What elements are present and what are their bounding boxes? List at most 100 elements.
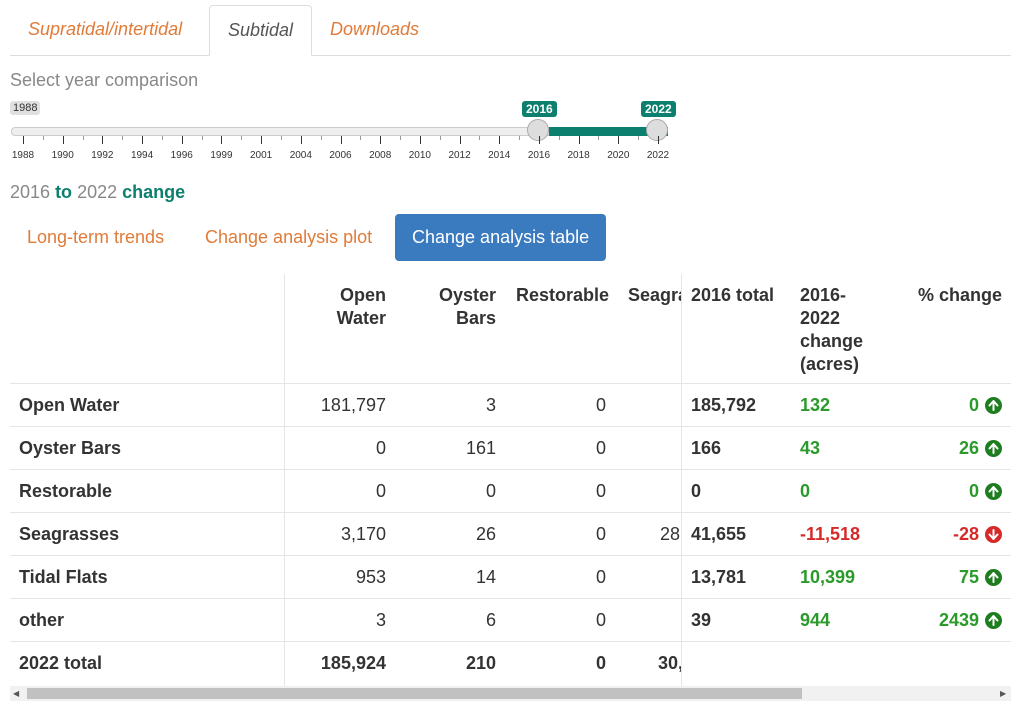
slider-minor-tick: [400, 136, 402, 140]
slider-tick: [499, 136, 501, 144]
slider-tick: [62, 136, 64, 144]
total-row-label: 2022 total: [19, 653, 103, 673]
change-summary: 2016 to 2022 change: [10, 182, 185, 203]
cell-percent-change: 75: [882, 556, 1002, 599]
slider-minor-tick: [161, 136, 163, 140]
tab-change-analysis-plot[interactable]: Change analysis plot: [188, 214, 389, 261]
tab-subtidal[interactable]: Subtidal: [209, 5, 313, 56]
row-label: other: [19, 610, 64, 630]
scroll-left-icon[interactable]: ◀: [13, 689, 19, 698]
cell-oyster-bars: 161: [465, 438, 496, 458]
slider-ticks: 1988 1990 1992 1994 1996 1999 2001 2004 2006 2008…: [10, 136, 680, 166]
slider-tick: [380, 136, 382, 144]
cell-open-water: 0: [375, 438, 386, 458]
cell-open-water: 953: [355, 567, 386, 587]
slider-tick: [578, 136, 580, 144]
header-open-water: Open Water: [336, 285, 386, 328]
slider-tick: [102, 136, 104, 144]
arrow-up-circle-icon: [985, 612, 1002, 629]
slider-from-label: 2016: [522, 101, 557, 117]
total-restorable: 0: [595, 653, 606, 673]
tab-supratidal-intertidal[interactable]: Supratidal/intertidal: [10, 5, 200, 54]
percent-change-value: 0: [968, 395, 979, 415]
slider-minor-tick: [598, 136, 600, 140]
slider-tick-label: 1990: [51, 150, 74, 161]
table-row: Seagrasses 3,170 26 0 28 41,655 -11,518 -28: [10, 512, 1011, 556]
cell-change: 944: [800, 610, 831, 630]
slider-tick: [23, 136, 24, 144]
header-change-acres: 2016-2022 change (acres): [800, 285, 864, 374]
cell-2016-total: 41,655: [691, 524, 747, 544]
slider-tick-label: 1999: [210, 150, 233, 161]
tab-change-analysis-table[interactable]: Change analysis table: [395, 214, 607, 261]
slider-tick-label: 1996: [170, 150, 193, 161]
cell-percent-change: 0: [882, 470, 1002, 513]
slider-minor-tick: [519, 136, 521, 140]
table-row: Oyster Bars 0 161 0 166 43 26: [10, 426, 1011, 470]
table-row: other 3 6 0 39 944 2439: [10, 598, 1011, 642]
slider-tick: [142, 136, 144, 144]
tab-long-term-trends[interactable]: Long-term trends: [10, 214, 181, 261]
scrollbar-thumb[interactable]: [27, 688, 802, 699]
total-seagrasses: 30,: [658, 653, 681, 673]
change-from-year: 2016: [10, 182, 51, 202]
cell-percent-change: 0: [882, 384, 1002, 427]
slider-tick: [658, 136, 659, 144]
year-range-slider[interactable]: 1988 2016 2022 1988 1990 1992 1994 1996 1999 2…: [10, 100, 680, 170]
cell-change: 132: [800, 395, 831, 415]
row-label: Restorable: [19, 481, 113, 501]
slider-tick: [419, 136, 421, 144]
top-tabs: Supratidal/intertidal Subtidal Downloads: [10, 5, 1011, 56]
select-year-label: Select year comparison: [10, 70, 199, 90]
slider-to-label: 2022: [641, 101, 676, 117]
slider-minor-tick: [439, 136, 441, 140]
cell-oyster-bars: 3: [485, 395, 496, 415]
cell-2016-total: 185,792: [691, 395, 757, 415]
cell-open-water: 3,170: [340, 524, 386, 544]
arrow-up-circle-icon: [985, 397, 1002, 414]
cell-seagrasses: [630, 599, 680, 642]
row-label: Seagrasses: [19, 524, 120, 544]
cell-2016-total: 166: [691, 438, 722, 458]
slider-tick: [221, 136, 223, 144]
cell-percent-change: 2439: [882, 599, 1002, 642]
slider-tick-label: 2022: [646, 150, 670, 161]
percent-change-value: 2439: [938, 610, 979, 630]
slider-tick: [261, 136, 263, 144]
percent-change-value: -28: [952, 524, 979, 544]
header-seagrasses: Seagra: [628, 285, 681, 305]
cell-restorable: 0: [595, 481, 606, 501]
scroll-right-icon[interactable]: ▶: [1000, 689, 1006, 698]
slider-tick-label: 2008: [369, 150, 392, 161]
percent-change-value: 26: [958, 438, 979, 458]
cell-open-water: 3: [375, 610, 386, 630]
cell-change: 43: [800, 438, 821, 458]
change-to-year: 2022: [77, 182, 118, 202]
cell-restorable: 0: [595, 610, 606, 630]
cell-restorable: 0: [595, 438, 606, 458]
table-row: Open Water 181,797 3 0 185,792 132 0: [10, 383, 1011, 427]
slider-minor-tick: [558, 136, 560, 140]
cell-percent-change: -28: [882, 513, 1002, 556]
slider-tick-label: 2018: [567, 150, 590, 161]
slider-tick-label: 1992: [91, 150, 114, 161]
arrow-up-circle-icon: [985, 483, 1002, 500]
cell-restorable: 0: [595, 567, 606, 587]
slider-minor-tick: [638, 136, 640, 140]
slider-tick-label: 2004: [289, 150, 312, 161]
cell-restorable: 0: [595, 524, 606, 544]
arrow-down-circle-icon: [985, 526, 1002, 543]
slider-tick-label: 1994: [130, 150, 154, 161]
cell-change: 0: [800, 481, 811, 501]
cell-restorable: 0: [595, 395, 606, 415]
change-analysis-table: Open Water Oyster Bars Restorable Seagra…: [10, 274, 1011, 686]
slider-min-label: 1988: [10, 101, 41, 115]
cell-seagrasses: [630, 470, 680, 513]
cell-seagrasses: [630, 556, 680, 599]
cell-seagrasses: [630, 427, 680, 470]
tab-downloads[interactable]: Downloads: [312, 5, 437, 54]
horizontal-scrollbar[interactable]: ◀ ▶: [10, 686, 1011, 701]
cell-seagrasses: 28: [659, 524, 680, 544]
cell-oyster-bars: 14: [475, 567, 496, 587]
slider-minor-tick: [42, 136, 44, 140]
